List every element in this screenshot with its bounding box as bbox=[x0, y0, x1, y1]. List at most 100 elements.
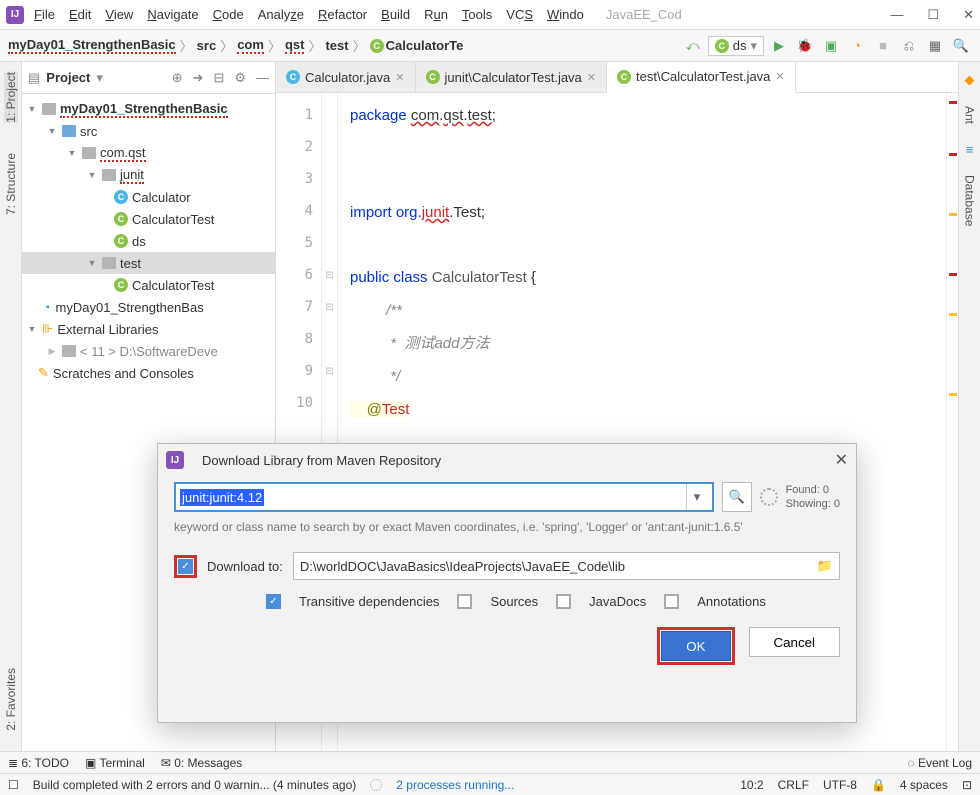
browse-folder-icon[interactable]: 📁 bbox=[817, 558, 833, 574]
bc-src[interactable]: src bbox=[197, 38, 217, 53]
run-button[interactable]: ▶ bbox=[768, 35, 790, 57]
select-opened-file-icon[interactable]: ⊕ bbox=[172, 70, 183, 86]
profile-button[interactable]: ◔ bbox=[846, 35, 868, 57]
breadcrumb[interactable]: myDay01_StrengthenBasic 〉src 〉com 〉qst 〉… bbox=[8, 36, 463, 55]
annotations-checkbox[interactable]: ✓ bbox=[664, 594, 679, 609]
bc-qst[interactable]: qst bbox=[285, 37, 305, 54]
menu-refactor[interactable]: Refactor bbox=[318, 7, 367, 22]
sources-checkbox[interactable]: ✓ bbox=[457, 594, 472, 609]
tree-calctest2[interactable]: CalculatorTest bbox=[132, 278, 214, 293]
error-stripe[interactable] bbox=[946, 93, 958, 751]
settings-gear-icon[interactable]: ⚙ bbox=[234, 70, 246, 86]
download-path-input[interactable]: D:\worldDOC\JavaBasics\IdeaProjects\Java… bbox=[293, 552, 840, 580]
close-tab-icon[interactable]: ✕ bbox=[587, 71, 596, 84]
run-config-selector[interactable]: C ds ▾ bbox=[708, 36, 764, 56]
tree-extlib[interactable]: External Libraries bbox=[57, 322, 158, 337]
menu-analyze[interactable]: Analyze bbox=[258, 7, 304, 22]
menu-vcs[interactable]: VCS bbox=[506, 7, 533, 22]
sidebar-tab-database[interactable]: Database bbox=[963, 175, 977, 226]
close-window-button[interactable]: ✕ bbox=[963, 7, 974, 23]
tree-calctest1[interactable]: CalculatorTest bbox=[132, 212, 214, 227]
close-tab-icon[interactable]: ✕ bbox=[395, 71, 404, 84]
status-lock-icon[interactable]: 🔒 bbox=[871, 778, 886, 792]
tab-junit-calctest[interactable]: Cjunit\CalculatorTest.java✕ bbox=[416, 62, 608, 92]
tree-src[interactable]: src bbox=[80, 124, 97, 139]
intellij-logo: IJ bbox=[6, 6, 24, 24]
structure-button[interactable]: ▦ bbox=[924, 35, 946, 57]
dialog-close-button[interactable]: ✕ bbox=[835, 450, 848, 470]
bc-root[interactable]: myDay01_StrengthenBasic bbox=[8, 37, 176, 54]
tree-test[interactable]: test bbox=[120, 256, 141, 271]
event-log-tab[interactable]: ◌ Event Log bbox=[907, 756, 972, 770]
tree-root[interactable]: myDay01_StrengthenBasic bbox=[60, 101, 228, 118]
tree-jdk[interactable]: < 11 > D:\SoftwareDeve bbox=[80, 344, 218, 359]
tree-iml[interactable]: myDay01_StrengthenBas bbox=[56, 300, 204, 315]
status-icon[interactable]: ☐ bbox=[8, 778, 19, 792]
menu-code[interactable]: Code bbox=[213, 7, 244, 22]
menu-view[interactable]: View bbox=[105, 7, 133, 22]
stop-button[interactable]: ■ bbox=[872, 35, 894, 57]
class-icon: C bbox=[426, 70, 440, 84]
coverage-button[interactable]: ▣ bbox=[820, 35, 842, 57]
status-processes[interactable]: 2 processes running... bbox=[396, 778, 514, 792]
terminal-tab[interactable]: ▣ Terminal bbox=[85, 756, 145, 770]
javadocs-checkbox[interactable]: ✓ bbox=[556, 594, 571, 609]
config-icon: C bbox=[715, 39, 729, 53]
collapse-all-icon[interactable]: ⊟ bbox=[213, 70, 224, 86]
menu-file[interactable]: File bbox=[34, 7, 55, 22]
scroll-from-source-icon[interactable]: ➜ bbox=[193, 70, 204, 86]
vcs-button[interactable]: ⎌ bbox=[898, 35, 920, 57]
tab-calculator[interactable]: CCalculator.java✕ bbox=[276, 62, 416, 92]
maven-search-input[interactable]: junit:junit:4.12 ▾ bbox=[174, 482, 714, 512]
menu-edit[interactable]: Edit bbox=[69, 7, 91, 22]
close-tab-icon[interactable]: ✕ bbox=[775, 70, 784, 83]
menu-window[interactable]: Windo bbox=[547, 7, 584, 22]
bc-test[interactable]: test bbox=[325, 38, 348, 53]
tree-scratches[interactable]: Scratches and Consoles bbox=[53, 366, 194, 381]
tab-label: test\CalculatorTest.java bbox=[636, 69, 770, 84]
ok-button[interactable]: OK bbox=[661, 631, 730, 661]
maven-download-dialog: IJ Download Library from Maven Repositor… bbox=[157, 443, 857, 723]
class-icon: C bbox=[114, 278, 128, 292]
cancel-button[interactable]: Cancel bbox=[749, 627, 841, 657]
todo-tab[interactable]: ≣ 6: TODO bbox=[8, 756, 69, 770]
minimize-button[interactable]: — bbox=[890, 7, 903, 23]
search-dropdown-button[interactable]: ▾ bbox=[686, 484, 708, 510]
menu-tools[interactable]: Tools bbox=[462, 7, 492, 22]
menu-run[interactable]: Run bbox=[424, 7, 448, 22]
messages-tab[interactable]: ✉ 0: Messages bbox=[161, 756, 242, 770]
search-result-count: Found: 0Showing: 0 bbox=[786, 483, 840, 511]
sidebar-tab-favorites[interactable]: 2: Favorites bbox=[4, 668, 18, 731]
search-everywhere-button[interactable]: 🔍 bbox=[950, 35, 972, 57]
status-encoding[interactable]: UTF-8 bbox=[823, 778, 857, 792]
tab-test-calctest[interactable]: Ctest\CalculatorTest.java✕ bbox=[607, 62, 796, 93]
tree-ds[interactable]: ds bbox=[132, 234, 146, 249]
download-to-checkbox[interactable]: ✓ bbox=[178, 559, 193, 574]
annotations-label: Annotations bbox=[697, 594, 766, 609]
sidebar-tab-ant[interactable]: Ant bbox=[963, 106, 977, 124]
bottom-tool-strip: ≣ 6: TODO ▣ Terminal ✉ 0: Messages ◌ Eve… bbox=[0, 751, 980, 773]
maximize-button[interactable]: ☐ bbox=[927, 7, 939, 23]
class-icon: C bbox=[114, 234, 128, 248]
tree-junit[interactable]: junit bbox=[120, 167, 144, 184]
bc-file[interactable]: CalculatorTe bbox=[386, 38, 464, 53]
status-mem-icon[interactable]: ⊡ bbox=[962, 778, 972, 792]
menu-build[interactable]: Build bbox=[381, 7, 410, 22]
debug-button[interactable]: 🐞 bbox=[794, 35, 816, 57]
iml-icon: ▪ bbox=[46, 302, 50, 313]
package-icon bbox=[102, 169, 116, 181]
build-hammer-icon[interactable]: ⤺ bbox=[682, 35, 704, 57]
tree-comqst[interactable]: com.qst bbox=[100, 145, 146, 162]
hide-panel-icon[interactable]: — bbox=[256, 70, 269, 86]
bc-com[interactable]: com bbox=[237, 37, 264, 54]
transitive-checkbox[interactable]: ✓ bbox=[266, 594, 281, 609]
sidebar-tab-project[interactable]: 1: Project bbox=[4, 72, 18, 123]
jdk-icon bbox=[62, 345, 76, 357]
search-button[interactable]: 🔍 bbox=[722, 482, 752, 512]
status-indent[interactable]: 4 spaces bbox=[900, 778, 948, 792]
status-caret-pos[interactable]: 10:2 bbox=[740, 778, 763, 792]
sidebar-tab-structure[interactable]: 7: Structure bbox=[4, 153, 18, 215]
tree-calculator[interactable]: Calculator bbox=[132, 190, 191, 205]
status-line-sep[interactable]: CRLF bbox=[778, 778, 809, 792]
menu-navigate[interactable]: Navigate bbox=[147, 7, 198, 22]
